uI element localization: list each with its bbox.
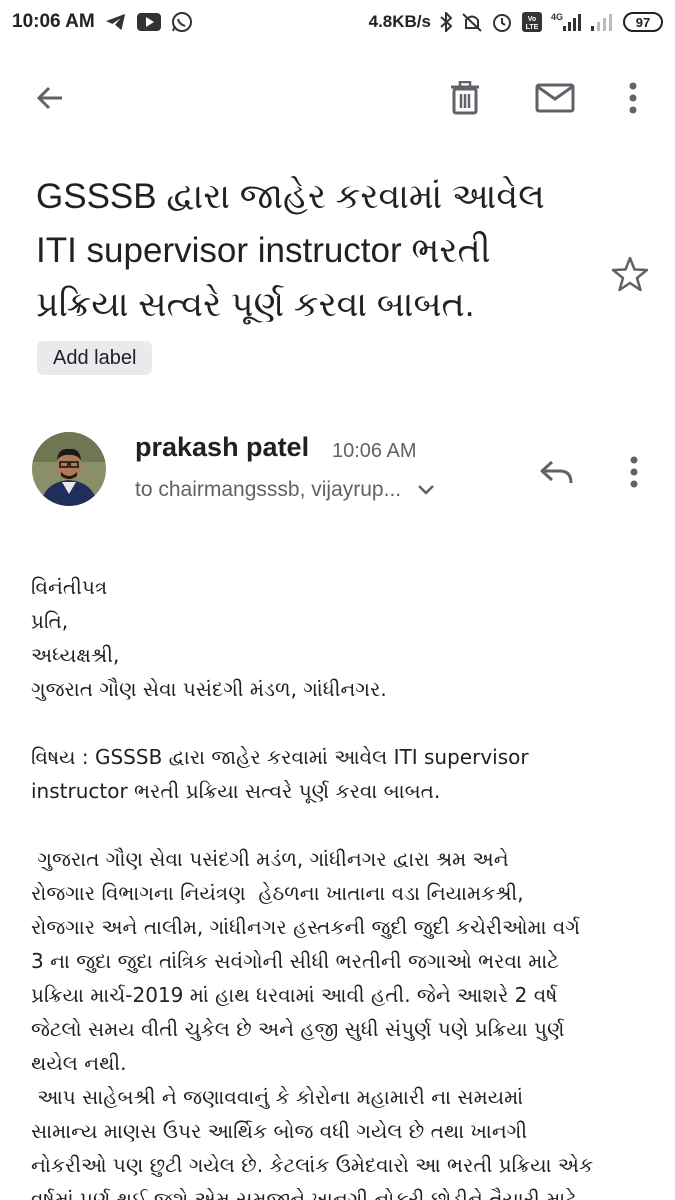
network-type-label: 4G [551, 12, 563, 22]
body-line: પ્રતિ, [31, 609, 69, 633]
message-more-button[interactable] [610, 448, 658, 496]
reply-button[interactable] [532, 448, 580, 496]
body-line: અધ્યક્ષશ્રી, [31, 643, 120, 667]
delete-icon [451, 81, 479, 115]
more-vert-icon [630, 456, 638, 488]
mark-unread-icon [535, 83, 575, 113]
body-line: રોજગાર વિભાગના નિયંત્રણ હેઠળના ખાતાના વડ… [31, 881, 524, 905]
email-subject: GSSSB દ્વારા જાહેર કરવામાં આવેલ ITI supe… [36, 170, 596, 332]
mark-unread-button[interactable] [527, 70, 583, 126]
status-time: 10:06 AM [12, 11, 95, 32]
recipients-toggle[interactable]: to chairmangsssb, vijayrup... [135, 478, 435, 502]
sent-time: 10:06 AM [332, 440, 417, 462]
more-vert-icon [629, 82, 637, 114]
svg-text:LTE: LTE [526, 24, 539, 31]
svg-text:Vo: Vo [528, 16, 536, 23]
chevron-down-icon [417, 484, 435, 496]
bluetooth-icon [439, 12, 453, 32]
email-body: વિનંતીપત્ર પ્રતિ, અધ્યક્ષશ્રી, ગુજરાત ગૌ… [31, 570, 651, 1200]
body-line: નોકરીઓ પણ છુટી ગયેલ છે. કેટલાંક ઉમેદવારો… [31, 1153, 594, 1177]
status-bar: 10:06 AM 4.8KB/s Vo LTE 4G 97 [0, 0, 675, 44]
body-line: 3 ના જુદા જુદા તાંત્રિક સવંગોની સીધી ભરત… [31, 949, 559, 973]
recipients-text: to chairmangsssb, vijayrup... [135, 478, 402, 501]
signal-4g-icon: 4G [551, 11, 581, 33]
body-line: instructor ભરતી પ્રક્રિયા સત્વરે પૂર્ણ ક… [31, 779, 441, 803]
body-line: ગુજરાત ગૌણ સેવા પસંદગી મંડળ, ગાંધીનગર. [31, 677, 387, 701]
subject-line: GSSSB દ્વારા જાહેર કરવામાં આવેલ [36, 177, 545, 216]
reply-icon [540, 460, 573, 484]
add-label-chip[interactable]: Add label [37, 341, 153, 375]
delete-button[interactable] [437, 70, 493, 126]
alarm-icon [491, 11, 513, 33]
sender-name[interactable]: prakash patel [135, 432, 309, 463]
volte-icon: Vo LTE [521, 11, 543, 33]
telegram-icon [105, 12, 127, 32]
battery-level: 97 [623, 12, 663, 32]
back-icon [36, 86, 62, 110]
body-line: વિષય : GSSSB દ્વારા જાહેર કરવામાં આવેલ I… [31, 745, 529, 769]
body-line: સામાન્ય માણસ ઉપર આર્થિક બોજ વધી ગયેલ છે … [31, 1119, 528, 1143]
body-line: રોજગાર અને તાલીમ, ગાંધીનગર હસ્તકની જુદી … [31, 915, 580, 939]
body-line: વર્ષમાં પૂર્ણ થઈ જશે એમ સમજીને ખાનગી નોક… [31, 1187, 577, 1200]
back-button[interactable] [22, 70, 78, 126]
status-left: 10:06 AM [12, 11, 193, 33]
body-line: પ્રક્રિયા માર્ચ-2019 માં હાથ ધરવામાં આવી… [31, 983, 558, 1007]
subject-line: પ્રક્રિયા સત્વરે પૂર્ણ કરવા બાબત. [36, 285, 475, 324]
body-line: થયેલ નથી. [31, 1051, 127, 1075]
status-right: 4.8KB/s Vo LTE 4G 97 [369, 11, 663, 33]
whatsapp-icon [171, 11, 193, 33]
star-icon [611, 256, 649, 292]
subject-line: ITI supervisor instructor ભરતી [36, 231, 491, 270]
body-line: વિનંતીપત્ર [31, 575, 108, 599]
body-line: જેટલો સમય વીતી ચુકેલ છે અને હજી સુધી સંપ… [31, 1017, 565, 1041]
body-line: ગુજરાત ગૌણ સેવા પસંદગી મડંળ, ગાંધીનગર દ્… [31, 847, 509, 871]
star-button[interactable] [606, 250, 654, 298]
network-speed: 4.8KB/s [368, 12, 431, 31]
sender-avatar[interactable] [32, 432, 106, 506]
vibrate-off-icon [461, 12, 483, 32]
more-options-button[interactable] [605, 70, 661, 126]
body-line: આપ સાહેબશ્રી ને જણાવવાનું કે કોરોના મહામ… [31, 1085, 524, 1109]
youtube-icon [136, 13, 161, 31]
signal-weak-icon [589, 11, 615, 33]
email-toolbar [0, 56, 675, 140]
